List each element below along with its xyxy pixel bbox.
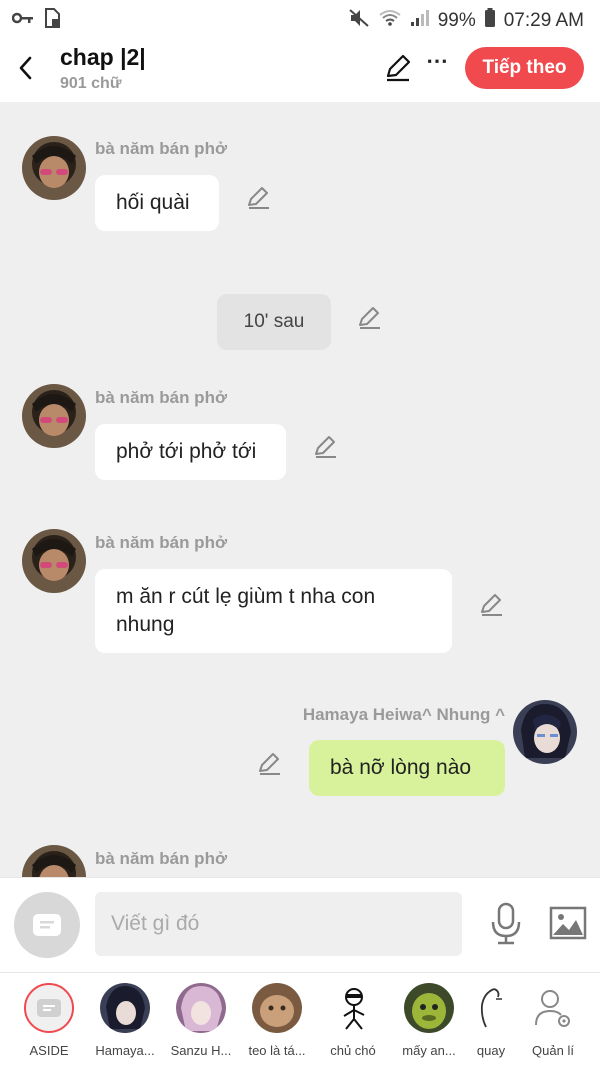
avatar [404,983,454,1033]
image-icon [549,906,587,940]
battery-text: 99% [437,10,476,31]
character-label: Sanzu H... [170,1043,232,1058]
chat-area[interactable]: bà năm bán phở hối quài 10' sau bà năm b… [0,102,600,877]
edit-title-button[interactable] [384,54,412,82]
message-input[interactable] [95,892,462,956]
character-sanzu[interactable]: Sanzu H... [166,983,236,1058]
character-label: teo là tá... [248,1043,306,1058]
word-count: 901 chữ [60,75,122,92]
sender-name: bà năm bán phở [95,139,228,158]
character-label: chủ chó [330,1043,376,1058]
aside-toggle-button[interactable] [14,892,80,958]
edit-message-icon[interactable] [357,305,383,331]
sender-name: bà năm bán phở [95,533,228,552]
sender-name: bà năm bán phở [95,388,228,407]
avatar[interactable] [22,384,86,448]
avatar[interactable] [22,529,86,593]
pencil-icon [386,54,411,82]
character-quay[interactable]: quay [456,983,526,1058]
aside-icon [24,983,74,1033]
avatar[interactable] [513,700,577,764]
edit-message-icon[interactable] [313,434,339,460]
message-bubble[interactable]: m ăn r cút lẹ giùm t nha con nhung [95,569,452,653]
edit-message-icon[interactable] [479,592,505,618]
character-label: Quản lí [532,1043,574,1058]
character-label: ASIDE [29,1043,69,1058]
clock: 07:29 AM [503,10,584,31]
manage-users-icon [528,983,578,1033]
character-teo[interactable]: teo là tá... [242,983,312,1058]
avatar [466,983,516,1033]
avatar [176,983,226,1033]
chapter-title: chap |2| [60,44,146,70]
microphone-icon [491,902,521,945]
avatar [328,983,378,1033]
message-bubble[interactable]: bà nỡ lòng nào [309,740,505,796]
message-bubble[interactable]: phở tới phở tới [95,424,286,480]
avatar[interactable] [22,136,86,200]
edit-message-icon[interactable] [246,185,272,211]
next-button[interactable]: Tiếp theo [465,47,584,89]
character-aside[interactable]: ASIDE [14,983,84,1058]
character-label: quay [476,1043,506,1058]
chevron-left-icon [19,56,32,80]
sender-name: Hamaya Heiwa^ Nhung ^ [302,705,505,724]
sender-name: bà năm bán phở [95,849,228,868]
character-bar: ASIDE Hamaya... Sanzu H... teo là tá... … [0,972,600,1067]
mute-icon [348,8,370,34]
edit-message-icon[interactable] [257,751,283,777]
character-label: Hamaya... [95,1043,155,1058]
avatar [100,983,150,1033]
mic-button[interactable] [488,902,524,946]
key-icon [11,11,34,30]
header: chap |2| 901 chữ ⋯ Tiếp theo [0,36,600,102]
note-icon [33,914,61,936]
status-right: 99% 07:29 AM [348,8,584,34]
status-left [11,8,62,33]
wifi-icon [378,9,402,33]
character-chu-cho[interactable]: chủ chó [318,983,388,1058]
avatar [252,983,302,1033]
image-button[interactable] [549,906,587,940]
more-options-button[interactable]: ⋯ [424,50,450,82]
character-may-an[interactable]: mấy an... [394,983,464,1058]
character-manage[interactable]: Quản lí [518,983,588,1058]
input-bar [0,877,600,972]
message-bubble[interactable]: hối quài [95,175,219,231]
narration-bubble[interactable]: 10' sau [217,294,331,350]
signal-icon [410,9,430,33]
character-label: mấy an... [402,1043,456,1058]
status-bar: 99% 07:29 AM [0,0,600,36]
sim-lock-icon [44,8,62,33]
battery-icon [484,8,496,34]
avatar[interactable] [22,845,86,877]
back-button[interactable] [10,50,42,86]
character-hamaya[interactable]: Hamaya... [90,983,160,1058]
